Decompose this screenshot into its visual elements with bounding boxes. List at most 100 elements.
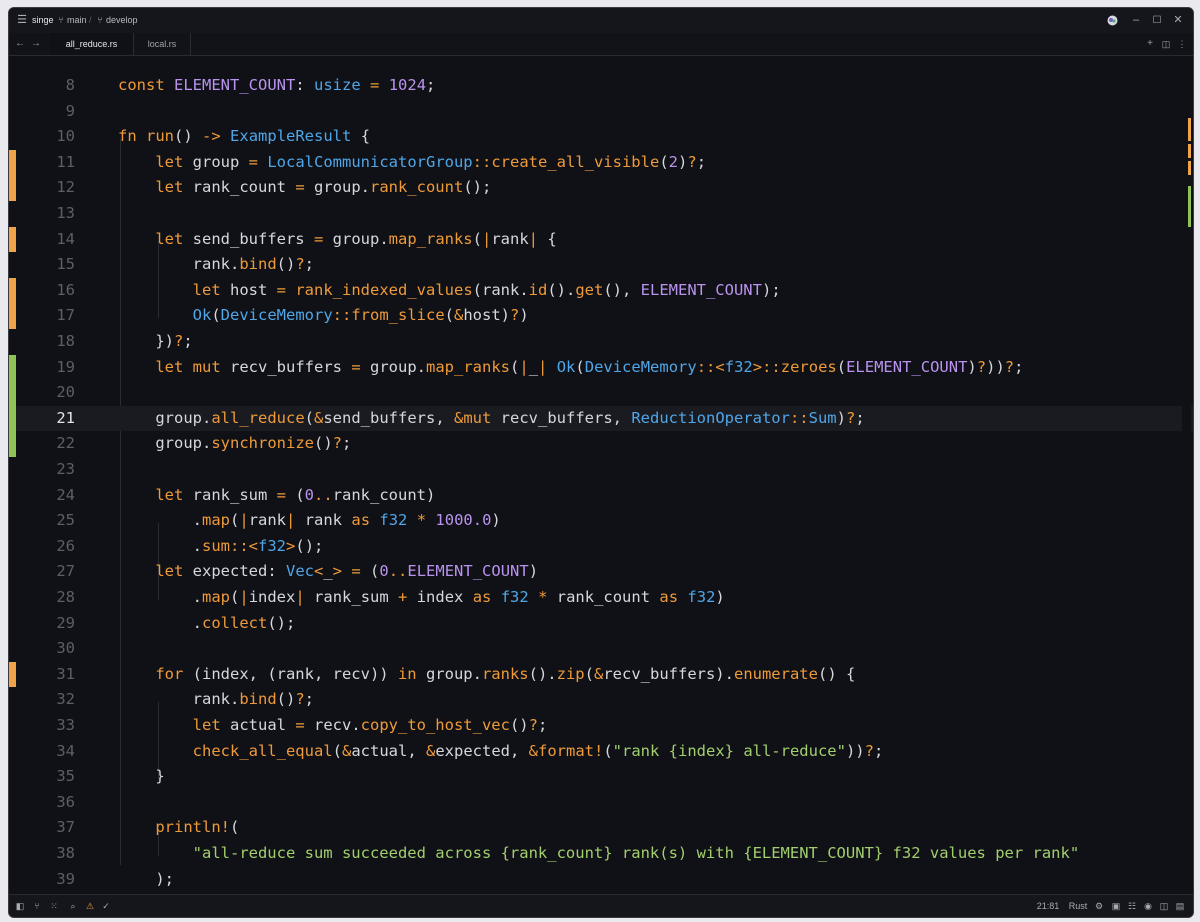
code-line[interactable]: 21 group.all_reduce(&send_buffers, &mut …	[9, 405, 1193, 432]
code-line[interactable]: 33 let actual = recv.copy_to_host_vec()?…	[9, 713, 1193, 739]
code-line[interactable]: 36	[9, 790, 1193, 816]
code-line[interactable]: 20	[9, 380, 1193, 406]
code-line[interactable]: 8 const ELEMENT_COUNT: usize = 1024;	[9, 73, 1193, 99]
warning-icon[interactable]: ⚠	[83, 895, 97, 917]
code-text[interactable]: let group = LocalCommunicatorGroup::crea…	[118, 150, 706, 176]
cursor-position[interactable]: 21:81	[1033, 895, 1063, 917]
code-text[interactable]: let rank_count = group.rank_count();	[118, 175, 491, 201]
code-line[interactable]: 31 for (index, (rank, recv)) in group.ra…	[9, 661, 1193, 688]
code-line[interactable]: 35 }	[9, 764, 1193, 790]
code-line[interactable]: 9	[9, 99, 1193, 125]
code-line[interactable]: 29 .collect();	[9, 611, 1193, 637]
branch-develop[interactable]: develop	[106, 8, 138, 33]
code-line[interactable]: 10 fn run() -> ExampleResult {	[9, 124, 1193, 150]
code-text[interactable]: );	[118, 867, 174, 893]
git-added-marker[interactable]	[9, 380, 16, 406]
git-added-marker[interactable]	[9, 431, 16, 457]
chat-icon[interactable]: ▤	[1173, 895, 1187, 917]
code-line[interactable]: 13	[9, 201, 1193, 227]
close-icon[interactable]: ✕	[1171, 8, 1185, 33]
code-text[interactable]: println!(	[118, 815, 239, 841]
git-modified-marker[interactable]	[9, 175, 16, 201]
code-line[interactable]: 30	[9, 636, 1193, 662]
code-line[interactable]: 18 })?;	[9, 329, 1193, 355]
git-added-marker[interactable]	[9, 354, 16, 381]
code-line[interactable]: 38 "all-reduce sum succeeded across {ran…	[9, 841, 1193, 867]
code-line[interactable]: 19 let mut recv_buffers = group.map_rank…	[9, 354, 1193, 381]
code-line[interactable]: 12 let rank_count = group.rank_count();	[9, 175, 1193, 201]
diagnostics-icon[interactable]: ⁙	[47, 895, 61, 917]
git-modified-marker[interactable]	[9, 661, 16, 688]
code-text[interactable]: let actual = recv.copy_to_host_vec()?;	[118, 713, 548, 739]
minimize-icon[interactable]: –	[1129, 8, 1143, 33]
code-line[interactable]: 25 .map(|rank| rank as f32 * 1000.0)	[9, 508, 1193, 534]
code-text[interactable]: .sum::<f32>();	[118, 534, 324, 560]
code-line[interactable]: 34 check_all_equal(&actual, &expected, &…	[9, 739, 1193, 765]
git-modified-marker[interactable]	[9, 303, 16, 329]
code-line[interactable]: 26 .sum::<f32>();	[9, 534, 1193, 560]
code-text[interactable]: }	[118, 764, 164, 790]
code-line[interactable]: 23	[9, 457, 1193, 483]
project-name[interactable]: singe	[32, 8, 54, 33]
git-modified-marker[interactable]	[9, 277, 16, 304]
assistant-icon[interactable]: ◉	[1141, 895, 1155, 917]
code-editor[interactable]: 8 const ELEMENT_COUNT: usize = 1024; 9 10 fn…	[9, 56, 1193, 894]
git-modified-marker[interactable]	[9, 149, 16, 176]
code-text[interactable]: let send_buffers = group.map_ranks(|rank…	[118, 227, 556, 253]
code-line[interactable]: 39 );	[9, 867, 1193, 893]
language-mode[interactable]: Rust	[1066, 895, 1090, 917]
more-icon[interactable]: ⋮	[1175, 33, 1189, 55]
code-text[interactable]: check_all_equal(&actual, &expected, &for…	[118, 739, 884, 765]
code-line[interactable]: 15 rank.bind()?;	[9, 252, 1193, 278]
branch-main[interactable]: main	[67, 8, 87, 33]
code-text[interactable]: .map(|rank| rank as f32 * 1000.0)	[118, 508, 501, 534]
hamburger-icon[interactable]: ☰	[15, 8, 29, 33]
toggle-sidebar-icon[interactable]: ◧	[13, 895, 27, 917]
code-line[interactable]: 17 Ok(DeviceMemory::from_slice(&host)?)	[9, 303, 1193, 329]
code-text[interactable]: fn run() -> ExampleResult {	[118, 124, 370, 150]
split-pane-icon[interactable]: ◫	[1159, 33, 1173, 55]
code-text[interactable]: rank.bind()?;	[118, 687, 314, 713]
tab-local[interactable]: local.rs	[134, 33, 191, 55]
format-icon[interactable]: ⚙	[1092, 895, 1106, 917]
code-text[interactable]: let mut recv_buffers = group.map_ranks(|…	[118, 355, 1023, 381]
line-number: 35	[56, 767, 75, 786]
notifications-icon[interactable]: ◫	[1157, 895, 1171, 917]
git-added-marker[interactable]	[9, 405, 16, 432]
new-tab-icon[interactable]: +	[1143, 33, 1157, 55]
code-line[interactable]: 24 let rank_sum = (0..rank_count)	[9, 483, 1193, 509]
tab-all-reduce[interactable]: all_reduce.rs	[50, 33, 134, 55]
avatar[interactable]	[1105, 8, 1119, 33]
maximize-icon[interactable]: ☐	[1150, 8, 1164, 33]
code-line[interactable]: 16 let host = rank_indexed_values(rank.i…	[9, 277, 1193, 304]
code-text[interactable]: group.synchronize()?;	[118, 431, 351, 457]
code-line[interactable]: 22 group.synchronize()?;	[9, 431, 1193, 457]
search-icon[interactable]: ⌕	[66, 895, 80, 917]
code-line[interactable]: 28 .map(|index| rank_sum + index as f32 …	[9, 585, 1193, 611]
git-panel-icon[interactable]: ⑂	[30, 895, 44, 917]
code-line[interactable]: 14 let send_buffers = group.map_ranks(|r…	[9, 226, 1193, 253]
code-text[interactable]: Ok(DeviceMemory::from_slice(&host)?)	[118, 303, 529, 329]
code-text[interactable]: })?;	[118, 329, 192, 355]
code-text[interactable]: let expected: Vec<_> = (0..ELEMENT_COUNT…	[118, 559, 538, 585]
code-line[interactable]: 11 let group = LocalCommunicatorGroup::c…	[9, 149, 1193, 176]
code-text[interactable]: const ELEMENT_COUNT: usize = 1024;	[118, 73, 435, 99]
back-arrow-icon[interactable]: ←	[13, 33, 27, 55]
code-text[interactable]: let host = rank_indexed_values(rank.id()…	[118, 278, 781, 304]
code-line[interactable]: 27 let expected: Vec<_> = (0..ELEMENT_CO…	[9, 559, 1193, 585]
vertical-scrollbar[interactable]	[1182, 56, 1191, 894]
code-text[interactable]: .collect();	[118, 611, 296, 637]
code-text[interactable]: .map(|index| rank_sum + index as f32 * r…	[118, 585, 725, 611]
code-text[interactable]: rank.bind()?;	[118, 252, 314, 278]
terminal-icon[interactable]: ▣	[1109, 895, 1123, 917]
code-text[interactable]: "all-reduce sum succeeded across {rank_c…	[118, 841, 1080, 867]
code-text[interactable]: for (index, (rank, recv)) in group.ranks…	[118, 662, 855, 688]
code-text[interactable]: let rank_sum = (0..rank_count)	[118, 483, 435, 509]
check-icon[interactable]: ✓	[99, 895, 113, 917]
code-line[interactable]: 37 println!(	[9, 815, 1193, 841]
git-modified-marker[interactable]	[9, 226, 16, 253]
code-line[interactable]: 32 rank.bind()?;	[9, 687, 1193, 713]
outline-icon[interactable]: ☷	[1125, 895, 1139, 917]
forward-arrow-icon[interactable]: →	[29, 33, 43, 55]
code-text[interactable]: group.all_reduce(&send_buffers, &mut rec…	[118, 406, 864, 432]
